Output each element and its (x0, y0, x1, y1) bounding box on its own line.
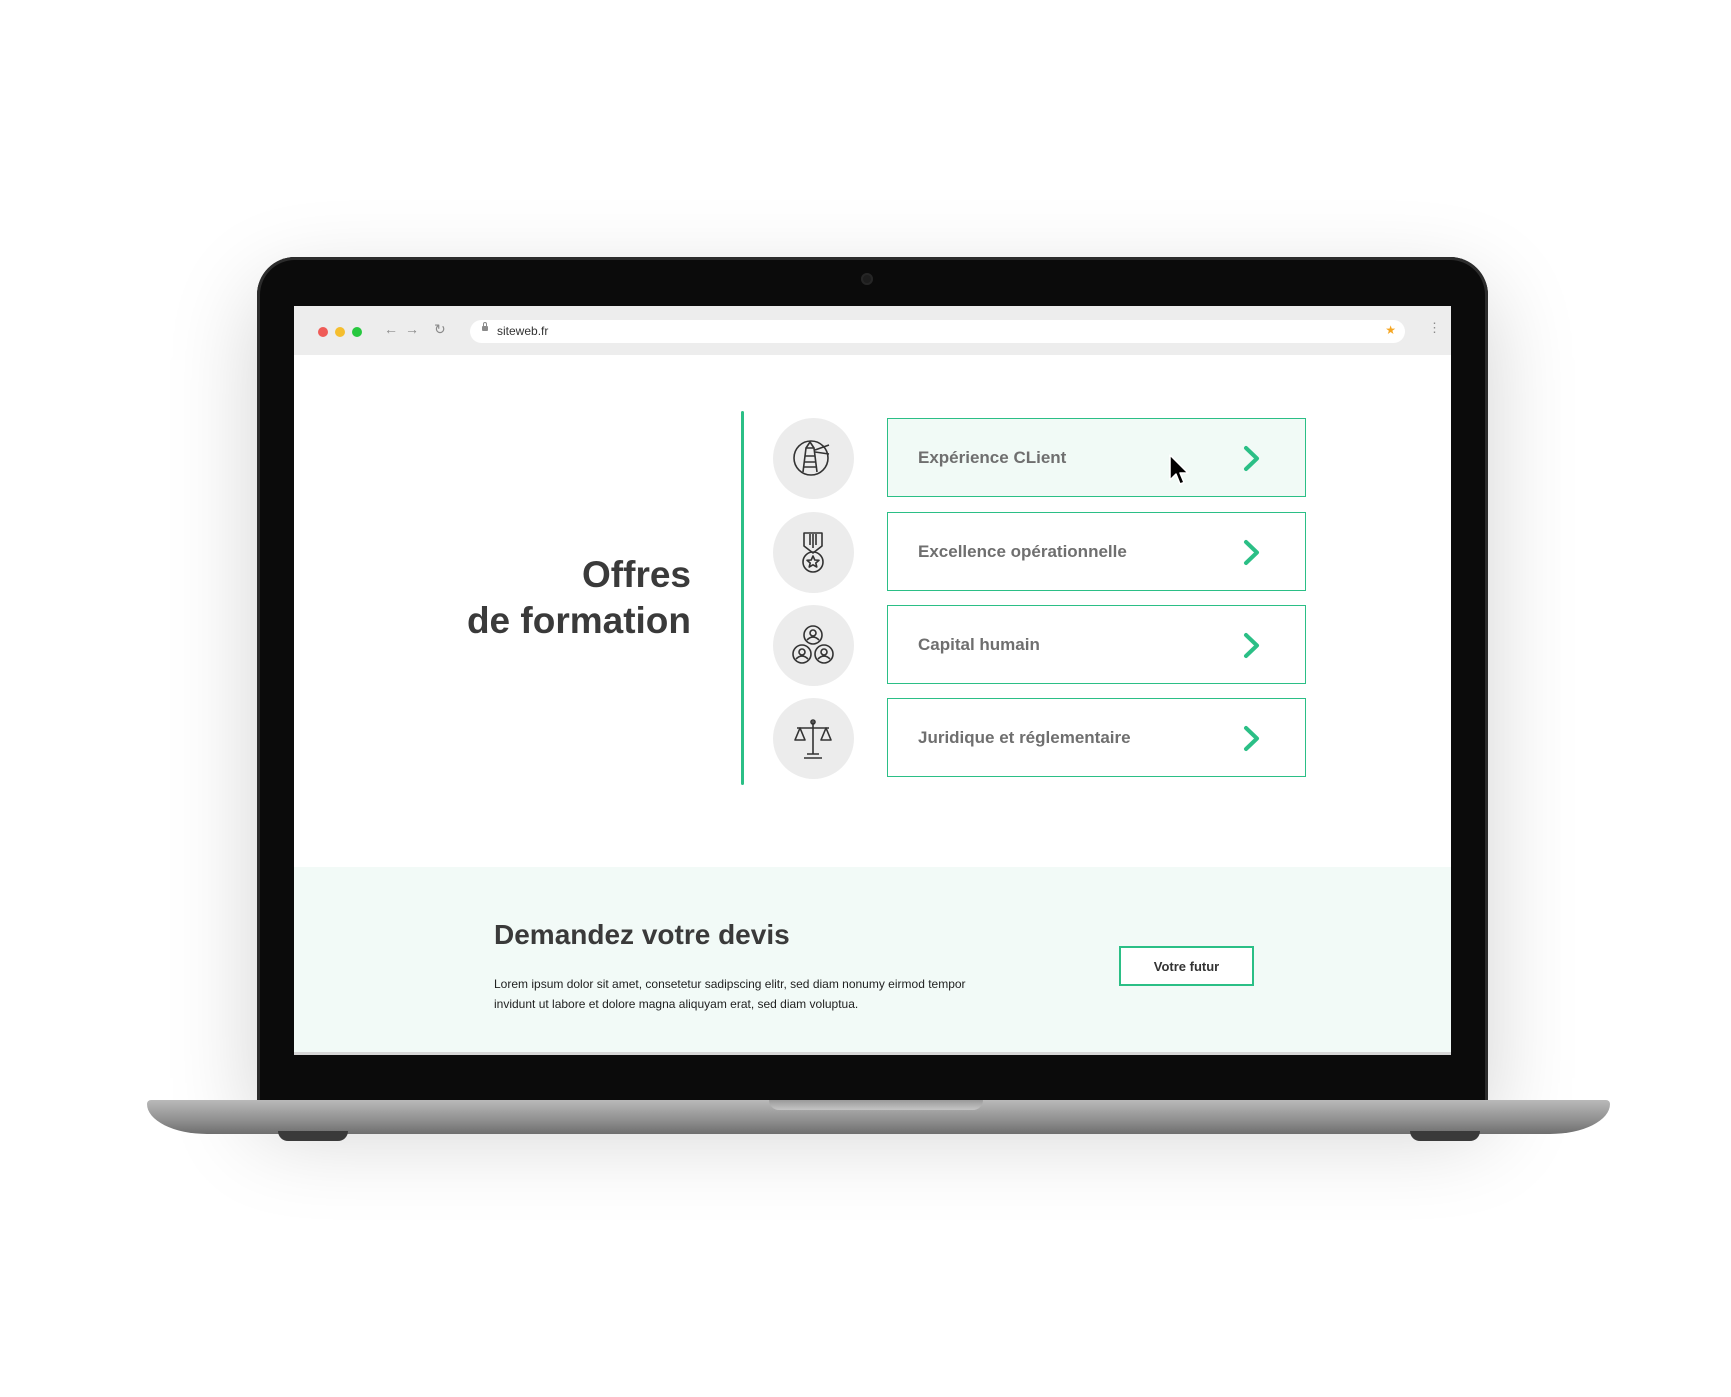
laptop-foot (1410, 1131, 1480, 1141)
people-network-icon (773, 605, 854, 686)
browser-toolbar: ← → ↻ siteweb.fr ★ ⋮ (294, 306, 1451, 355)
chevron-right-icon (1244, 726, 1259, 751)
page-title-line1: Offres (582, 554, 691, 595)
maximize-window-button[interactable] (352, 327, 362, 337)
scales-icon (773, 698, 854, 779)
screen-bottom-edge (294, 1052, 1451, 1055)
offer-label: Expérience CLient (918, 448, 1067, 467)
offer-label: Juridique et réglementaire (918, 728, 1131, 747)
browser-menu-icon[interactable]: ⋮ (1428, 320, 1441, 336)
address-bar[interactable]: siteweb.fr ★ (470, 320, 1405, 343)
offer-card-excellence-operationnelle[interactable]: Excellence opérationnelle (887, 512, 1306, 591)
cta-title: Demandez votre devis (494, 919, 790, 950)
laptop-notch (769, 1100, 983, 1110)
mouse-pointer-icon (1169, 454, 1189, 485)
cta-text: Lorem ipsum dolor sit amet, consetetur s… (494, 977, 966, 1011)
medal-icon (773, 512, 854, 593)
accent-divider (741, 411, 744, 785)
forward-arrow-icon[interactable]: → (405, 321, 419, 337)
chevron-right-icon (1244, 633, 1259, 658)
chevron-right-icon (1244, 446, 1259, 471)
reload-icon[interactable]: ↻ (434, 321, 446, 338)
offer-card-experience-client[interactable]: Expérience CLient (887, 418, 1306, 497)
laptop-screen: ← → ↻ siteweb.fr ★ ⋮ Offres de formation (294, 306, 1451, 1055)
chevron-right-icon (1244, 540, 1259, 565)
page-title-line2: de formation (466, 600, 691, 641)
minimize-window-button[interactable] (335, 327, 345, 337)
cta-button[interactable]: Votre futur (1119, 946, 1254, 986)
offer-label: Capital humain (918, 635, 1040, 654)
lighthouse-icon (773, 418, 854, 499)
back-arrow-icon[interactable]: ← (384, 321, 398, 337)
quote-request-section: Demandez votre devis Lorem ipsum dolor s… (294, 867, 1451, 1055)
page-title: Offres de formation (467, 552, 691, 644)
laptop-foot (278, 1131, 348, 1141)
close-window-button[interactable] (318, 327, 328, 337)
bookmark-star-icon[interactable]: ★ (1385, 323, 1396, 337)
url-text: siteweb.fr (497, 324, 549, 338)
webcam (861, 273, 873, 285)
offer-card-capital-humain[interactable]: Capital humain (887, 605, 1306, 684)
lock-icon (482, 322, 488, 331)
offer-card-juridique[interactable]: Juridique et réglementaire (887, 698, 1306, 777)
offer-label: Excellence opérationnelle (918, 542, 1127, 561)
